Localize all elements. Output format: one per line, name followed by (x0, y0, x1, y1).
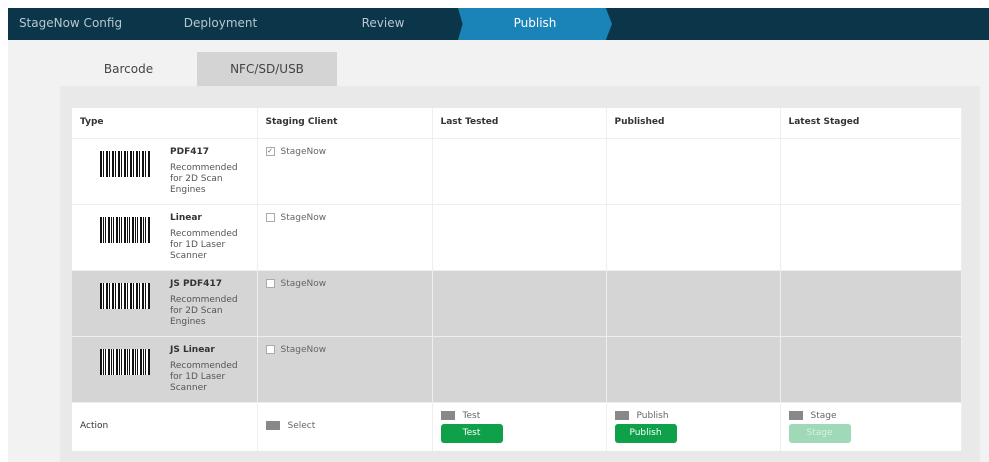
select-icon (265, 420, 280, 430)
pdf417-barcode-icon (100, 282, 150, 309)
step-publish[interactable]: Publish (458, 8, 612, 40)
linear-barcode-icon (100, 216, 150, 243)
publish-icon (614, 410, 629, 420)
tab-barcode[interactable]: Barcode (60, 52, 197, 86)
action-label: Action (72, 402, 258, 451)
stage-button[interactable]: Stage (788, 423, 851, 443)
stagenow-checkbox[interactable] (265, 344, 275, 354)
table-row: JS PDF417 Recommended for 2D Scan Engines… (72, 270, 962, 337)
table-row: JS Linear Recommended for 1D Laser Scanne… (72, 336, 962, 403)
stage-label: Stage (810, 410, 837, 421)
col-last-tested: Last Tested (432, 108, 607, 138)
pdf417-barcode-icon (100, 150, 150, 177)
tab-nfc-sd-usb[interactable]: NFC/SD/USB (197, 52, 337, 86)
test-button[interactable]: Test (440, 423, 503, 443)
table-row: PDF417 Recommended for 2D Scan Engines ✓ S… (72, 138, 962, 205)
client-label: StageNow (280, 278, 327, 289)
client-label: StageNow (280, 212, 327, 223)
wizard-steps: StageNow Config Deployment Review Publis… (8, 8, 989, 40)
publish-button[interactable]: Publish (614, 423, 677, 443)
type-desc: Recommended for 1D Laser Scanner (170, 360, 238, 393)
stagenow-checkbox[interactable] (265, 212, 275, 222)
stage-icon (788, 410, 803, 420)
stagenow-checkbox[interactable]: ✓ (265, 146, 275, 156)
client-label: StageNow (280, 344, 327, 355)
client-label: StageNow (280, 146, 327, 157)
step-stagenow-config[interactable]: StageNow Config (8, 8, 133, 40)
test-icon (440, 410, 455, 420)
type-desc: Recommended for 2D Scan Engines (170, 162, 238, 195)
col-latest-staged: Latest Staged (780, 108, 962, 138)
test-label: Test (462, 410, 481, 421)
type-name: JS PDF417 (170, 278, 222, 289)
col-staging-client: Staging Client (257, 108, 433, 138)
step-deployment[interactable]: Deployment (133, 8, 308, 40)
table-row: Linear Recommended for 1D Laser Scanner S… (72, 204, 962, 271)
type-desc: Recommended for 1D Laser Scanner (170, 228, 238, 261)
publish-label: Publish (636, 410, 669, 421)
type-name: PDF417 (170, 146, 210, 157)
type-desc: Recommended for 2D Scan Engines (170, 294, 238, 327)
stagenow-checkbox[interactable] (265, 278, 275, 288)
col-published: Published (606, 108, 781, 138)
type-name: JS Linear (170, 344, 215, 355)
select-label[interactable]: Select (288, 421, 316, 431)
linear-barcode-icon (100, 348, 150, 375)
type-name: Linear (170, 212, 202, 223)
action-row: Action Select Test Test Publish Publish St… (72, 402, 962, 451)
col-type: Type (72, 108, 258, 138)
barcode-table: Type Staging Client Last Tested Publishe… (72, 108, 962, 451)
step-review[interactable]: Review (308, 8, 458, 40)
